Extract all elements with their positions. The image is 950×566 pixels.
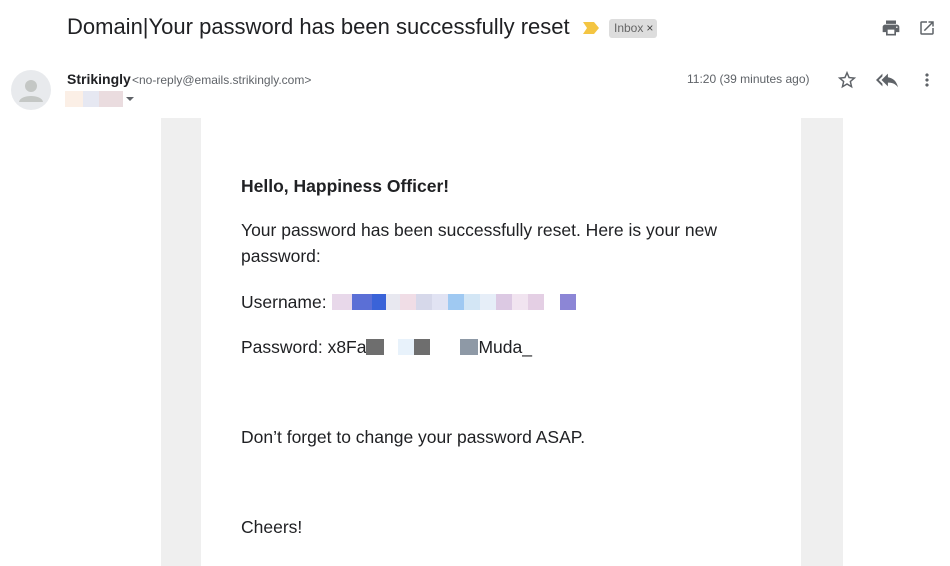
- reset-message: Your password has been successfully rese…: [241, 220, 717, 266]
- open-in-new-window-button[interactable]: [915, 16, 939, 40]
- password-label: Password:: [241, 337, 323, 357]
- email-timestamp: 11:20 (39 minutes ago): [687, 72, 810, 86]
- print-button[interactable]: [879, 16, 903, 40]
- password-prefix: x8Fa: [327, 337, 367, 357]
- sender-email: <no-reply@emails.strikingly.com>: [132, 73, 312, 87]
- chevron-down-icon[interactable]: [125, 94, 135, 104]
- username-label: Username:: [241, 292, 327, 312]
- redacted-password: [366, 338, 479, 356]
- remove-label-icon[interactable]: ×: [646, 21, 653, 35]
- person-icon: [19, 80, 43, 102]
- star-icon: [837, 70, 857, 89]
- recipient-details[interactable]: [65, 91, 135, 107]
- redacted-username: [331, 293, 576, 311]
- inbox-label-chip[interactable]: Inbox ×: [609, 19, 658, 38]
- password-suffix: Muda_: [478, 337, 532, 357]
- reply-all-icon: [876, 73, 898, 88]
- username-line: Username:: [241, 289, 576, 315]
- subject-row: Domain|Your password has been successful…: [0, 0, 950, 56]
- email-closing: Cheers!: [241, 517, 303, 537]
- password-line: Password: x8Fa Muda_: [241, 334, 532, 360]
- sender-avatar[interactable]: [11, 70, 51, 110]
- inbox-label-text: Inbox: [614, 21, 644, 35]
- redacted-recipient: [65, 91, 83, 107]
- reply-all-button[interactable]: [875, 68, 899, 92]
- email-subject: Domain|Your password has been successful…: [67, 14, 570, 39]
- password-change-reminder: Don’t forget to change your password ASA…: [241, 427, 586, 447]
- open-in-new-window-icon: [920, 21, 934, 35]
- more-options-button[interactable]: [915, 68, 939, 92]
- print-icon: [882, 20, 900, 36]
- email-greeting: Hello, Happiness Officer!: [241, 176, 450, 196]
- sender-name[interactable]: Strikingly: [67, 71, 131, 87]
- more-vert-icon: [925, 73, 929, 87]
- importance-icon[interactable]: [583, 22, 599, 34]
- star-button[interactable]: [835, 68, 859, 92]
